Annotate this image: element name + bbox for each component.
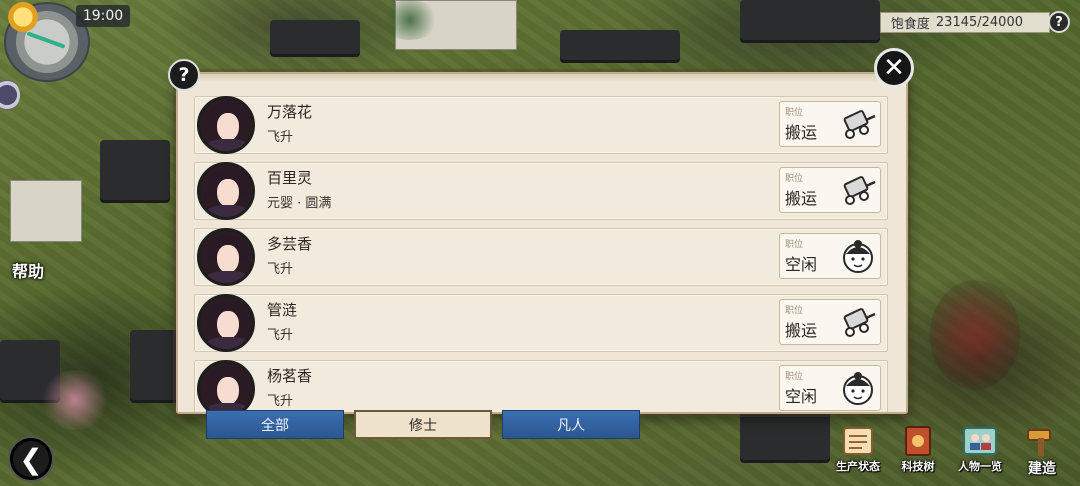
scroll-icon [843, 427, 873, 455]
build-button[interactable]: 建造 [1012, 420, 1072, 482]
roster-row[interactable]: 多芸香飞升 职位空闲 [194, 228, 888, 286]
panel-close-button[interactable]: ✕ [874, 48, 914, 88]
character-portrait[interactable] [197, 360, 255, 412]
building-wall [10, 180, 82, 242]
character-overview-button[interactable]: 人物一览 [950, 420, 1010, 482]
character-portrait[interactable] [197, 294, 255, 352]
chevron-left-icon: ❮ [19, 442, 43, 476]
job-label: 职位 [785, 240, 804, 250]
building-roof [270, 20, 360, 54]
job-assign-button[interactable]: 职位 搬运 [779, 167, 881, 213]
character-name: 管涟 [267, 301, 298, 319]
game-clock: 19:00 [76, 5, 130, 27]
job-value: 搬运 [785, 321, 818, 340]
tree [930, 280, 1020, 390]
building-roof [740, 0, 880, 40]
help-button[interactable]: 帮助 [8, 255, 48, 285]
tab-mortal[interactable]: 凡人 [502, 410, 640, 439]
satiety-label: 饱食度 [890, 17, 930, 32]
job-value: 搬运 [785, 123, 818, 142]
build-label: 建造 [1028, 461, 1056, 477]
idle-face-icon [838, 238, 878, 276]
roster-row[interactable]: 杨茗香飞升 职位空闲 [194, 360, 888, 412]
character-portrait[interactable] [197, 162, 255, 220]
tab-all[interactable]: 全部 [206, 410, 344, 439]
character-portrait[interactable] [197, 228, 255, 286]
character-name: 多芸香 [267, 235, 313, 253]
job-value: 搬运 [785, 189, 818, 208]
character-portrait[interactable] [197, 96, 255, 154]
satiety-bar: 饱食度 23145/24000 [880, 12, 1050, 33]
roster-list[interactable]: 万落花 飞升 职位 搬运 百里灵 元婴 · 圆满 职位 搬运 多芸香 飞升 职位 空闲 管涟 飞升 职位 搬运… [194, 96, 888, 412]
job-value: 空闲 [785, 387, 818, 406]
building-roof [560, 30, 680, 60]
roster-row[interactable]: 万落花飞升 职位搬运 [194, 96, 888, 154]
roster-panel: 万落花 飞升 职位 搬运 百里灵 元婴 · 圆满 职位 搬运 多芸香 飞升 职位 空闲 管涟 飞升 职位 搬运… [176, 72, 908, 414]
people-icon [963, 427, 997, 455]
building-roof [130, 330, 180, 400]
roster-row[interactable]: 管涟飞升 职位搬运 [194, 294, 888, 352]
character-realm: 飞升 [267, 328, 294, 343]
hammer-icon [1027, 429, 1051, 456]
character-overview-label: 人物一览 [958, 460, 1002, 473]
production-status-label: 生产状态 [836, 460, 880, 473]
character-name: 杨茗香 [267, 367, 313, 385]
character-realm: 飞升 [267, 394, 294, 409]
character-name: 百里灵 [267, 169, 313, 187]
roster-row[interactable]: 百里灵元婴 · 圆满 职位搬运 [194, 162, 888, 220]
character-realm: 飞升 [267, 262, 294, 277]
job-assign-button[interactable]: 职位 搬运 [779, 101, 881, 147]
job-label: 职位 [785, 108, 804, 118]
tree [380, 0, 440, 40]
cart-icon [838, 172, 878, 210]
idle-face-icon [838, 370, 878, 408]
satiety-value: 23145/24000 [935, 15, 1023, 30]
job-assign-button[interactable]: 职位 空闲 [779, 233, 881, 279]
back-button[interactable]: ❮ [8, 436, 54, 482]
job-label: 职位 [785, 306, 804, 316]
job-assign-button[interactable]: 职位 空闲 [779, 365, 881, 411]
sun-icon [8, 2, 38, 32]
cart-icon [838, 106, 878, 144]
tab-cultivator[interactable]: 修士 [354, 410, 492, 439]
tech-book-icon [905, 426, 931, 456]
tree [40, 370, 110, 430]
character-realm: 飞升 [267, 130, 294, 145]
job-label: 职位 [785, 174, 804, 184]
building-roof [740, 410, 830, 460]
cart-icon [838, 304, 878, 342]
tech-tree-label: 科技树 [901, 460, 935, 473]
tech-tree-button[interactable]: 科技树 [888, 420, 948, 482]
panel-help-button[interactable]: ? [168, 59, 200, 91]
building-roof [100, 140, 170, 200]
production-status-button[interactable]: 生产状态 [828, 420, 888, 482]
character-realm: 元婴 · 圆满 [267, 196, 332, 211]
character-name: 万落花 [267, 103, 313, 121]
job-value: 空闲 [785, 255, 818, 274]
satiety-help-icon[interactable]: ? [1048, 11, 1070, 33]
job-label: 职位 [785, 372, 804, 382]
job-assign-button[interactable]: 职位 搬运 [779, 299, 881, 345]
compass-needle [26, 31, 66, 49]
